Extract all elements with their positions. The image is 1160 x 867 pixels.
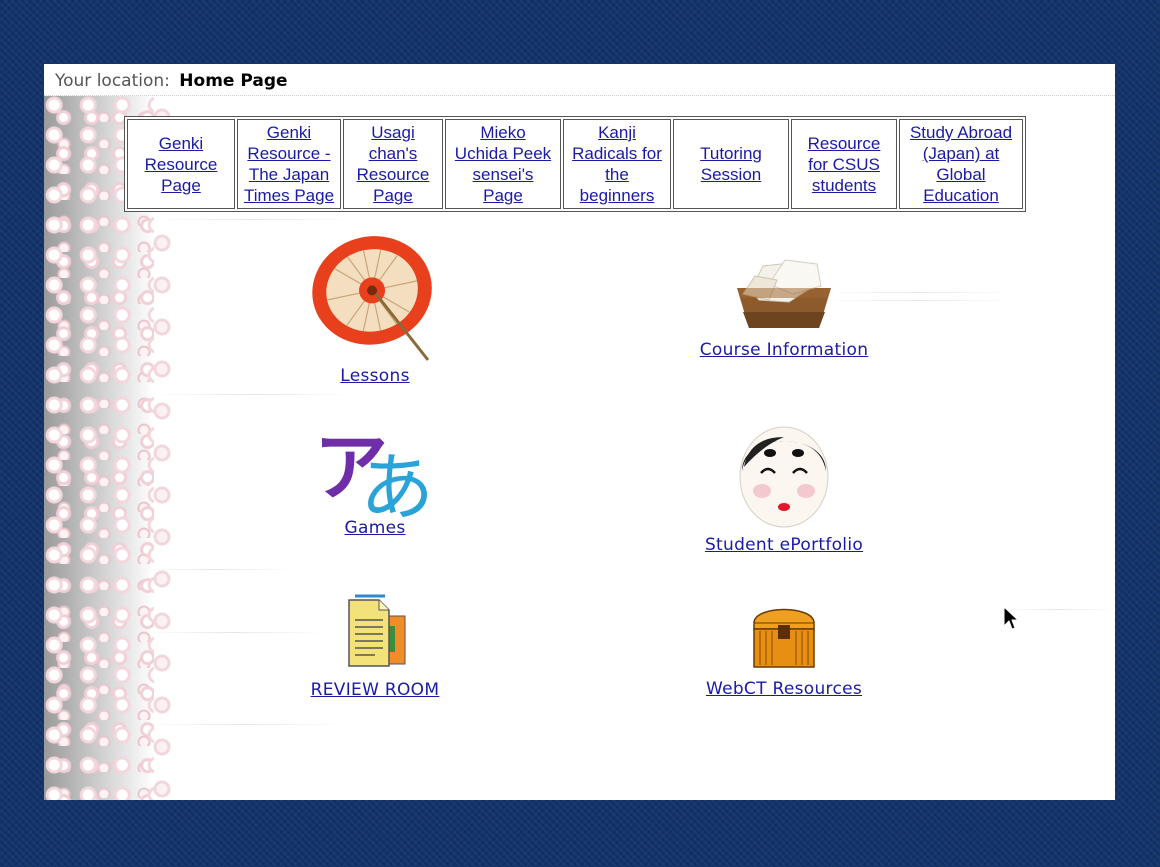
resource-nav-table: Genki Resource Page Genki Resource - The Jap… [124, 116, 1026, 212]
location-current: Home Page [179, 71, 288, 91]
games-item: ア あ Games [300, 414, 450, 538]
nav-link-study-abroad[interactable]: Study Abroad (Japan) at Global Education [910, 123, 1012, 205]
nav-link-kanji-radicals[interactable]: Kanji Radicals for the beginners [572, 123, 662, 205]
inbox-tray-icon [737, 259, 831, 328]
decor-streak [154, 219, 354, 220]
location-bar: Your location: Home Page [44, 64, 1115, 96]
nav-cell: Mieko Uchida Peek sensei's Page [445, 119, 561, 209]
kana-icon: ア あ [300, 414, 450, 531]
decor-streak [144, 724, 344, 725]
nav-cell: Genki Resource - The Japan Times Page [237, 119, 341, 209]
lessons-item: Lessons [300, 234, 450, 386]
nav-cell: Resource for CSUS students [791, 119, 897, 209]
decor-streak [134, 569, 294, 570]
student-eportfolio-link[interactable]: Student ePortfolio [684, 535, 884, 555]
course-information-link[interactable]: Course Information [684, 340, 884, 360]
nav-cell: Study Abroad (Japan) at Global Education [899, 119, 1023, 209]
webct-resources-link[interactable]: WebCT Resources [684, 679, 884, 699]
nav-cell: Usagi chan's Resource Page [343, 119, 443, 209]
treasure-chest-icon [753, 608, 815, 668]
nav-link-tutoring[interactable]: Tutoring Session [700, 144, 762, 184]
nav-link-japan-times[interactable]: Genki Resource - The Japan Times Page [244, 123, 334, 205]
nav-link-csus[interactable]: Resource for CSUS students [808, 134, 881, 195]
review-room-link[interactable]: REVIEW ROOM [290, 680, 460, 700]
lessons-link[interactable]: Lessons [300, 366, 450, 386]
nav-link-usagi-chan[interactable]: Usagi chan's Resource Page [357, 123, 430, 205]
student-eportfolio-item: Student ePortfolio [684, 419, 884, 555]
hiragana-a-glyph: あ [360, 445, 434, 531]
nav-link-genki-resource[interactable]: Genki Resource Page [145, 134, 218, 195]
review-room-item: REVIEW ROOM [290, 594, 460, 700]
nav-link-mieko-uchida[interactable]: Mieko Uchida Peek sensei's Page [455, 123, 551, 205]
nav-cell: Kanji Radicals for the beginners [563, 119, 671, 209]
decor-streak [1004, 609, 1114, 610]
documents-icon [348, 594, 406, 667]
decor-streak [154, 394, 354, 395]
nav-cell: Tutoring Session [673, 119, 789, 209]
location-label: Your location: [55, 71, 170, 91]
course-information-item: Course Information [684, 254, 884, 360]
webct-resources-item: WebCT Resources [684, 599, 884, 699]
browser-page: Your location: Home Page Genki Resource Pa… [44, 64, 1115, 800]
okame-mask-icon [739, 426, 829, 528]
nav-cell: Genki Resource Page [127, 119, 235, 209]
mouse-cursor-icon [1003, 606, 1019, 630]
umbrella-icon [312, 236, 432, 361]
